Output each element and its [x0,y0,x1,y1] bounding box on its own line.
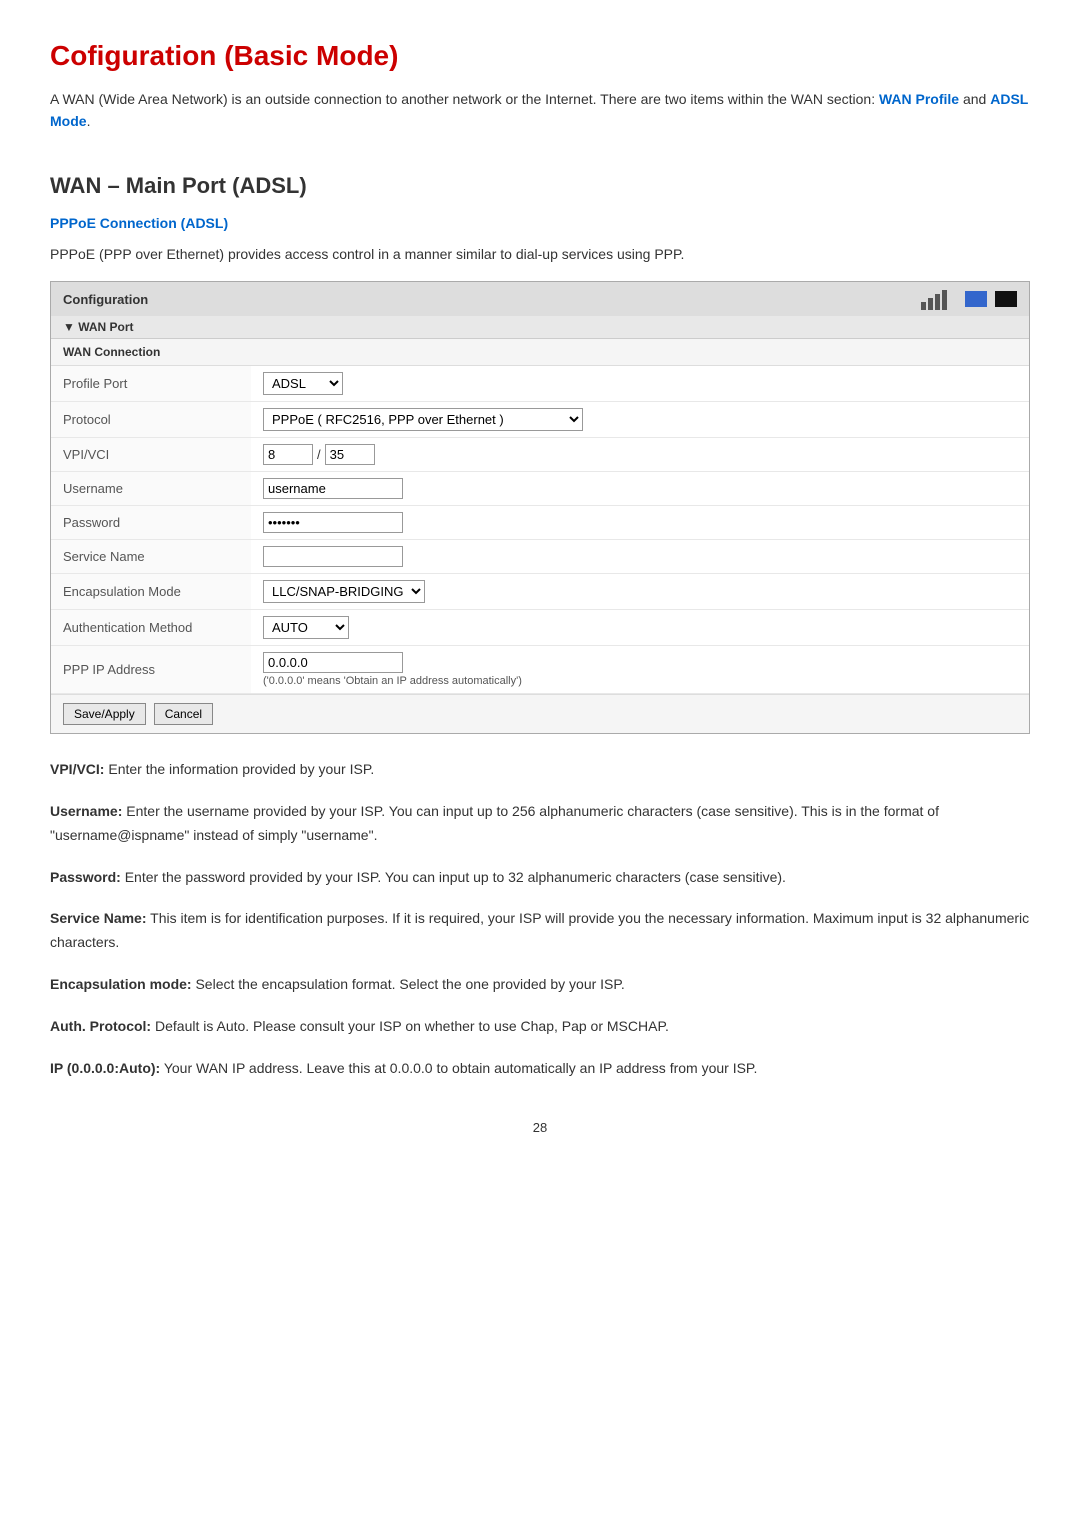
form-footer: Save/Apply Cancel [51,694,1029,733]
ppp-ip-hint: ('0.0.0.0' means 'Obtain an IP address a… [263,675,1017,687]
config-header: Configuration [51,282,1029,316]
field-value-protocol: PPPoE ( RFC2516, PPP over Ethernet ) PPP… [251,402,1029,438]
desc-encapsulation: Encapsulation mode: Select the encapsula… [50,973,1030,997]
configuration-box: Configuration ▼ WAN Port WAN Connection … [50,281,1030,734]
table-row: Service Name [51,540,1029,574]
password-input[interactable] [263,512,403,533]
field-value-auth-method: AUTO CHAP PAP MSCHAP [251,610,1029,646]
desc-vpi-vci: VPI/VCI: Enter the information provided … [50,758,1030,782]
auth-method-select[interactable]: AUTO CHAP PAP MSCHAP [263,616,349,639]
desc-password: Password: Enter the password provided by… [50,866,1030,890]
config-header-label: Configuration [63,292,148,307]
field-value-encapsulation: LLC/SNAP-BRIDGING VC/MUX [251,574,1029,610]
config-header-icons [921,288,1017,310]
table-row: VPI/VCI / [51,438,1029,472]
field-value-profile-port: ADSL VDSL Ethernet [251,366,1029,402]
config-form-table: Profile Port ADSL VDSL Ethernet Protocol… [51,366,1029,694]
signal-icon [921,288,957,310]
desc-username: Username: Enter the username provided by… [50,800,1030,848]
table-row: Username [51,472,1029,506]
table-row: Password [51,506,1029,540]
field-label-profile-port: Profile Port [51,366,251,402]
field-label-protocol: Protocol [51,402,251,438]
desc-ip-address: IP (0.0.0.0:Auto): Your WAN IP address. … [50,1057,1030,1081]
page-title: Cofiguration (Basic Mode) [50,40,1030,72]
field-label-vpi-vci: VPI/VCI [51,438,251,472]
save-apply-button[interactable]: Save/Apply [63,703,146,725]
field-value-ppp-ip: ('0.0.0.0' means 'Obtain an IP address a… [251,646,1029,694]
ppp-ip-input[interactable] [263,652,403,673]
field-label-ppp-ip: PPP IP Address [51,646,251,694]
wan-profile-link[interactable]: WAN Profile [879,91,959,107]
table-row: Encapsulation Mode LLC/SNAP-BRIDGING VC/… [51,574,1029,610]
field-label-service-name: Service Name [51,540,251,574]
table-row: Profile Port ADSL VDSL Ethernet [51,366,1029,402]
username-input[interactable] [263,478,403,499]
field-value-service-name [251,540,1029,574]
icon-box-blue [965,291,987,307]
table-row: Protocol PPPoE ( RFC2516, PPP over Ether… [51,402,1029,438]
vci-input[interactable] [325,444,375,465]
protocol-select[interactable]: PPPoE ( RFC2516, PPP over Ethernet ) PPP… [263,408,583,431]
field-value-username [251,472,1029,506]
vpi-input[interactable] [263,444,313,465]
wan-connection-label: WAN Connection [51,339,1029,366]
field-label-password: Password [51,506,251,540]
profile-port-select[interactable]: ADSL VDSL Ethernet [263,372,343,395]
field-label-auth-method: Authentication Method [51,610,251,646]
field-value-password [251,506,1029,540]
wan-port-label: ▼ WAN Port [51,316,1029,339]
desc-service-name: Service Name: This item is for identific… [50,907,1030,955]
intro-paragraph: A WAN (Wide Area Network) is an outside … [50,88,1030,133]
subsection-title: PPPoE Connection (ADSL) [50,215,1030,231]
desc-auth-protocol: Auth. Protocol: Default is Auto. Please … [50,1015,1030,1039]
pppoe-description: PPPoE (PPP over Ethernet) provides acces… [50,243,1030,265]
table-row: Authentication Method AUTO CHAP PAP MSCH… [51,610,1029,646]
field-label-encapsulation: Encapsulation Mode [51,574,251,610]
service-name-input[interactable] [263,546,403,567]
table-row: PPP IP Address ('0.0.0.0' means 'Obtain … [51,646,1029,694]
icon-box-black [995,291,1017,307]
section-title: WAN – Main Port (ADSL) [50,173,1030,199]
page-number: 28 [50,1120,1030,1135]
cancel-button[interactable]: Cancel [154,703,213,725]
field-label-username: Username [51,472,251,506]
field-value-vpi-vci: / [251,438,1029,472]
encapsulation-select[interactable]: LLC/SNAP-BRIDGING VC/MUX [263,580,425,603]
